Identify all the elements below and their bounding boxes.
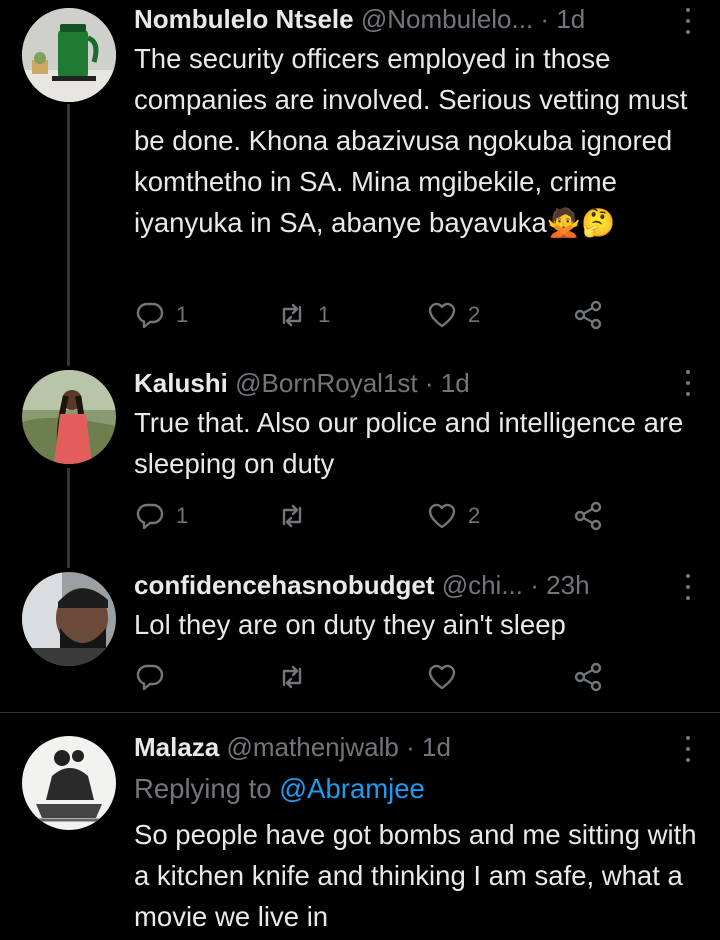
replying-to-handle[interactable]: @Abramjee xyxy=(279,773,425,804)
separator-dot: · xyxy=(424,368,434,398)
share-button[interactable] xyxy=(572,660,604,694)
like-button[interactable]: 2 xyxy=(426,499,480,533)
action-bar xyxy=(134,660,604,694)
avatar-kettle-image xyxy=(22,8,116,102)
separator-dot: · xyxy=(406,732,415,762)
tweet[interactable]: Malaza @mathenjwalb · 1d Replying to @Ab… xyxy=(0,728,720,940)
reply-button[interactable] xyxy=(134,660,166,694)
display-name[interactable]: Malaza xyxy=(134,732,219,762)
share-button[interactable] xyxy=(572,298,604,332)
more-icon[interactable] xyxy=(678,574,698,600)
timestamp[interactable]: 23h xyxy=(546,570,589,600)
tweet-header: confidencehasnobudget @chi... · 23h xyxy=(134,568,672,602)
retweet-icon xyxy=(282,665,302,689)
divider xyxy=(0,712,720,713)
action-bar: 1 1 2 xyxy=(134,298,604,332)
reply-icon xyxy=(136,664,164,691)
user-handle[interactable]: @BornRoyal1st xyxy=(235,368,417,398)
reply-button[interactable]: 1 xyxy=(134,298,188,332)
retweet-button[interactable]: 1 xyxy=(276,298,330,332)
separator-dot: · xyxy=(540,4,550,34)
avatar[interactable] xyxy=(22,8,116,102)
like-icon xyxy=(428,664,456,690)
share-icon xyxy=(574,300,602,330)
timestamp[interactable]: 1d xyxy=(441,368,470,398)
tweet[interactable]: Kalushi @BornRoyal1st · 1d True that. Al… xyxy=(0,362,720,542)
separator-dot: · xyxy=(530,570,539,600)
like-icon xyxy=(428,302,456,328)
share-button[interactable] xyxy=(572,499,604,533)
avatar[interactable] xyxy=(22,370,116,464)
tweet[interactable]: confidencehasnobudget @chi... · 23h Lol … xyxy=(0,566,720,696)
share-icon xyxy=(574,662,602,692)
like-button[interactable] xyxy=(426,660,458,694)
user-handle[interactable]: @mathenjwalb xyxy=(227,732,399,762)
tweet[interactable]: Nombulelo Ntsele @Nombulelo... · 1d The … xyxy=(0,0,720,350)
reply-icon xyxy=(136,302,164,329)
replying-to: Replying to @Abramjee xyxy=(134,768,425,809)
avatar[interactable] xyxy=(22,572,116,666)
more-icon[interactable] xyxy=(678,370,698,396)
tweet-text: True that. Also our police and intellige… xyxy=(134,407,684,479)
share-icon xyxy=(574,501,602,531)
display-name[interactable]: Kalushi xyxy=(134,368,228,398)
retweet-count: 1 xyxy=(318,302,331,327)
tweet-text: The security officers employed in those … xyxy=(134,43,688,238)
action-bar: 1 2 xyxy=(134,499,604,533)
retweet-button[interactable] xyxy=(276,660,308,694)
display-name[interactable]: confidencehasnobudget xyxy=(134,570,434,600)
avatar-photo-image xyxy=(22,370,116,464)
retweet-icon xyxy=(282,303,302,327)
tweet-text: Lol they are on duty they ain't sleep xyxy=(134,609,566,640)
user-handle[interactable]: @Nombulelo... xyxy=(361,4,533,34)
tweet-header: Malaza @mathenjwalb · 1d xyxy=(134,730,672,764)
tweet-text: So people have got bombs and me sitting … xyxy=(134,819,697,932)
like-count: 2 xyxy=(468,503,481,528)
more-icon[interactable] xyxy=(678,8,698,34)
avatar-photo-image xyxy=(22,572,116,666)
retweet-icon xyxy=(282,504,302,528)
timestamp[interactable]: 1d xyxy=(556,4,585,34)
tweet-header: Nombulelo Ntsele @Nombulelo... · 1d xyxy=(134,2,672,36)
reply-count: 1 xyxy=(176,302,189,327)
replying-to-label: Replying to xyxy=(134,773,272,804)
reply-count: 1 xyxy=(176,503,189,528)
avatar[interactable] xyxy=(22,736,116,830)
avatar-illustration-image xyxy=(22,736,116,830)
reply-icon xyxy=(136,503,164,530)
like-button[interactable]: 2 xyxy=(426,298,480,332)
retweet-button[interactable] xyxy=(276,499,308,533)
like-count: 2 xyxy=(468,302,481,327)
display-name[interactable]: Nombulelo Ntsele xyxy=(134,4,354,34)
user-handle[interactable]: @chi... xyxy=(442,570,523,600)
like-icon xyxy=(428,503,456,529)
more-icon[interactable] xyxy=(678,736,698,762)
reply-button[interactable]: 1 xyxy=(134,499,188,533)
timestamp[interactable]: 1d xyxy=(422,732,451,762)
tweet-header: Kalushi @BornRoyal1st · 1d xyxy=(134,366,672,400)
